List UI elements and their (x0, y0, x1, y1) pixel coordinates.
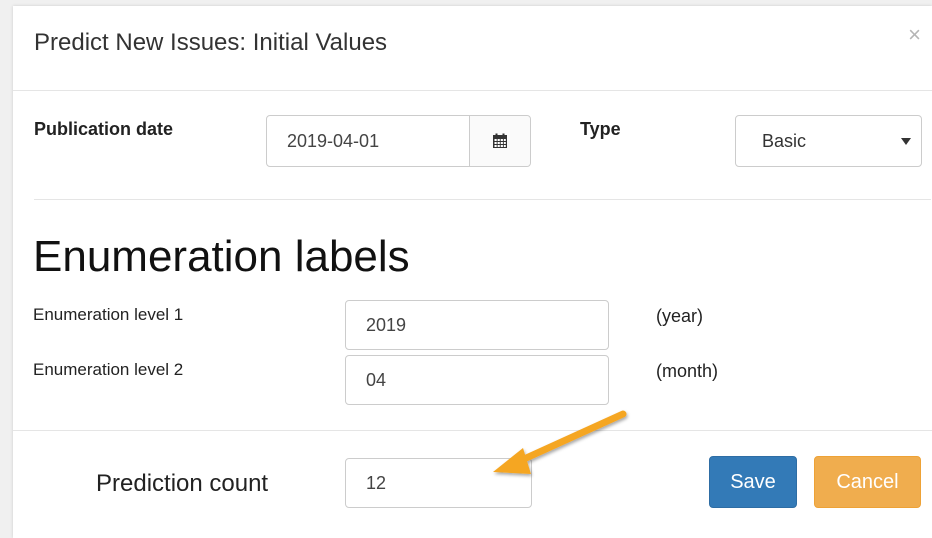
publication-date-field[interactable]: 2019-04-01 (266, 115, 531, 167)
enumeration-level-2-unit: (month) (656, 361, 719, 381)
type-select[interactable]: Basic (735, 115, 922, 167)
enumeration-level-1-label: Enumeration level 1 (33, 305, 184, 324)
enumeration-heading: Enumeration labels (33, 232, 410, 281)
section-divider (34, 199, 931, 200)
footer-divider (13, 430, 932, 431)
arrow-icon (493, 410, 627, 474)
save-button[interactable]: Save (709, 456, 797, 508)
publication-date-input[interactable]: 2019-04-01 (267, 116, 469, 166)
enumeration-level-2-label: Enumeration level 2 (33, 360, 184, 379)
modal-title: Predict New Issues: Initial Values (34, 29, 388, 56)
calendar-button[interactable] (469, 116, 530, 166)
enumeration-level-1-input[interactable]: 2019 (345, 300, 609, 350)
cancel-button[interactable]: Cancel (814, 456, 921, 508)
enumeration-level-1-unit: (year) (656, 306, 704, 326)
prediction-count-label: Prediction count (96, 470, 269, 497)
close-icon[interactable]: × (908, 24, 921, 46)
calendar-icon (493, 133, 507, 148)
enumeration-level-2-input[interactable]: 04 (345, 355, 609, 405)
type-label: Type (580, 119, 621, 139)
caret-down-icon (901, 138, 911, 145)
predict-issues-modal: Predict New Issues: Initial Values × Pub… (13, 6, 932, 538)
type-selected-value: Basic (762, 131, 807, 151)
modal-header: Predict New Issues: Initial Values × (13, 6, 932, 91)
publication-date-label: Publication date (34, 119, 174, 139)
